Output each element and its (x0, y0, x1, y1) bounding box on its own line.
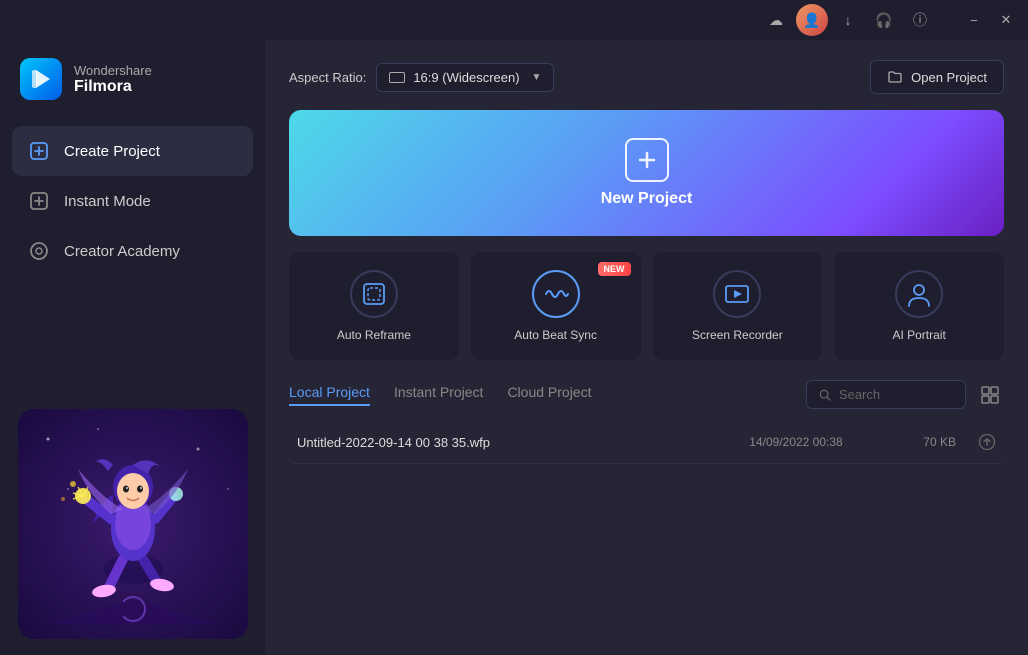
project-date: 14/09/2022 00:38 (716, 435, 876, 449)
auto-reframe-icon (350, 270, 398, 318)
open-project-button[interactable]: Open Project (870, 60, 1004, 94)
table-row[interactable]: Untitled-2022-09-14 00 38 35.wfp 14/09/2… (289, 421, 1004, 464)
sidebar-item-label-academy: Creator Academy (64, 243, 180, 260)
feature-card-auto-beat-sync[interactable]: New Auto Beat Sync (471, 252, 641, 360)
chevron-down-icon: ▼ (532, 72, 542, 83)
tab-local-project[interactable]: Local Project (289, 384, 370, 406)
projects-tools (806, 380, 1004, 409)
tab-cloud-project[interactable]: Cloud Project (507, 384, 591, 406)
project-tabs: Local Project Instant Project Cloud Proj… (289, 384, 591, 406)
grid-view-icon[interactable] (976, 381, 1004, 409)
nav-items: Create Project Instant Mode (0, 118, 265, 409)
project-name: Untitled-2022-09-14 00 38 35.wfp (297, 435, 716, 450)
titlebar: ☁ 👤 ↓ 🎧 ⓘ − ✕ (0, 0, 1028, 40)
folder-icon (887, 69, 903, 85)
sidebar: Wondershare Filmora Create Project (0, 40, 265, 655)
aspect-rect-icon (389, 72, 405, 83)
sidebar-item-creator-academy[interactable]: Creator Academy (12, 226, 253, 276)
projects-section: Local Project Instant Project Cloud Proj… (289, 380, 1004, 635)
headphone-icon[interactable]: 🎧 (868, 4, 900, 36)
search-icon (819, 388, 831, 402)
brand-name: Wondershare (74, 63, 152, 78)
new-badge: New (598, 262, 631, 276)
sidebar-item-instant-mode[interactable]: Instant Mode (12, 176, 253, 226)
project-list: Untitled-2022-09-14 00 38 35.wfp 14/09/2… (289, 421, 1004, 635)
app-logo (20, 58, 62, 100)
feature-card-screen-recorder[interactable]: Screen Recorder (653, 252, 823, 360)
new-project-plus-icon (625, 138, 669, 182)
sidebar-item-create-project[interactable]: Create Project (12, 126, 253, 176)
new-project-label: New Project (601, 190, 693, 208)
feature-card-label-beat-sync: Auto Beat Sync (514, 328, 597, 342)
feature-card-auto-reframe[interactable]: Auto Reframe (289, 252, 459, 360)
tab-instant-project[interactable]: Instant Project (394, 384, 484, 406)
minimize-button[interactable]: − (960, 6, 988, 34)
new-project-card[interactable]: New Project (289, 110, 1004, 236)
cloud-icon[interactable]: ☁ (760, 4, 792, 36)
ai-portrait-icon (895, 270, 943, 318)
sidebar-item-label-create: Create Project (64, 143, 160, 160)
download-icon[interactable]: ↓ (832, 4, 864, 36)
feature-cards: Auto Reframe New Auto Beat Sync (289, 252, 1004, 360)
close-button[interactable]: ✕ (992, 6, 1020, 34)
sidebar-item-label-instant: Instant Mode (64, 193, 151, 210)
create-project-icon (28, 140, 50, 162)
aspect-ratio-selector[interactable]: 16:9 (Widescreen) ▼ (376, 63, 554, 92)
project-size: 70 KB (876, 435, 956, 449)
top-bar: Aspect Ratio: 16:9 (Widescreen) ▼ Open P… (289, 60, 1004, 94)
feature-card-label-reframe: Auto Reframe (337, 328, 411, 342)
aspect-ratio-value: 16:9 (Widescreen) (413, 70, 519, 85)
auto-beat-sync-icon (532, 270, 580, 318)
feature-card-label-screen-recorder: Screen Recorder (692, 328, 783, 342)
feature-card-ai-portrait[interactable]: AI Portrait (834, 252, 1004, 360)
screen-recorder-icon (713, 270, 761, 318)
aspect-ratio-label: Aspect Ratio: (289, 70, 366, 85)
avatar-icon[interactable]: 👤 (796, 4, 828, 36)
sidebar-illustration (18, 409, 248, 639)
product-name: Filmora (74, 78, 152, 96)
open-project-label: Open Project (911, 70, 987, 85)
info-icon[interactable]: ⓘ (904, 4, 936, 36)
feature-card-label-ai-portrait: AI Portrait (892, 328, 945, 342)
logo-area: Wondershare Filmora (0, 40, 265, 118)
upload-icon[interactable] (956, 433, 996, 451)
main-content: Aspect Ratio: 16:9 (Widescreen) ▼ Open P… (265, 40, 1028, 655)
search-input[interactable] (839, 387, 953, 402)
creator-academy-icon (28, 240, 50, 262)
instant-mode-icon (28, 190, 50, 212)
app-body: Wondershare Filmora Create Project (0, 40, 1028, 655)
logo-text: Wondershare Filmora (74, 63, 152, 96)
projects-header: Local Project Instant Project Cloud Proj… (289, 380, 1004, 409)
search-box[interactable] (806, 380, 966, 409)
